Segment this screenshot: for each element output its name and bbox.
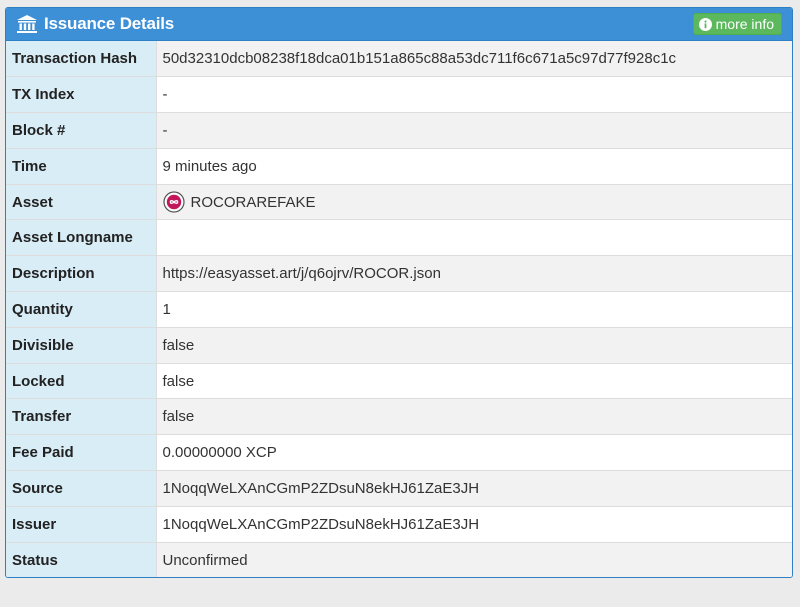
row-value-source: 1NoqqWeLXAnCGmP2ZDsuN8ekHJ61ZaE3JH — [156, 470, 792, 507]
details-table: Transaction Hash 50d32310dcb08238f18dca0… — [6, 41, 792, 577]
table-row: Asset ROCORAREFAKE — [6, 183, 792, 220]
table-row: TX Index - — [6, 76, 792, 113]
row-value-quantity: 1 — [156, 291, 792, 328]
more-info-button[interactable]: more info — [692, 13, 782, 35]
panel-heading: Issuance Details more info — [6, 8, 792, 41]
table-row: Fee Paid 0.00000000 XCP — [6, 434, 792, 471]
row-value-issuer: 1NoqqWeLXAnCGmP2ZDsuN8ekHJ61ZaE3JH — [156, 505, 792, 543]
row-label: Source — [6, 470, 157, 507]
row-label: Asset Longname — [6, 219, 157, 256]
row-value-tx-index: - — [156, 76, 792, 113]
issuance-details-panel: Issuance Details more info Transaction H… — [5, 7, 793, 578]
panel-title-wrap: Issuance Details — [16, 14, 174, 34]
row-label: Status — [6, 541, 157, 577]
asset-infinity-icon — [162, 191, 185, 213]
table-row: Locked false — [6, 362, 792, 399]
row-value-block: - — [156, 112, 792, 149]
row-value-asset-longname — [156, 219, 792, 256]
table-row: Status Unconfirmed — [6, 541, 792, 577]
table-row: Time 9 minutes ago — [6, 147, 792, 185]
table-row: Quantity 1 — [6, 291, 792, 328]
row-label: Transaction Hash — [6, 41, 157, 77]
page-title: Issuance Details — [44, 14, 175, 33]
table-row: Issuer 1NoqqWeLXAnCGmP2ZDsuN8ekHJ61ZaE3J… — [6, 505, 792, 543]
row-value-time: 9 minutes ago — [156, 147, 792, 185]
table-row: Source 1NoqqWeLXAnCGmP2ZDsuN8ekHJ61ZaE3J… — [6, 470, 792, 507]
bank-icon — [16, 14, 38, 34]
row-label: Time — [6, 147, 157, 185]
info-circle-icon — [698, 17, 712, 31]
row-value-locked: false — [156, 362, 792, 399]
row-value-status: Unconfirmed — [156, 541, 792, 577]
row-label: Block # — [6, 112, 157, 149]
row-label: Locked — [6, 362, 157, 399]
row-label: Description — [6, 255, 157, 292]
row-label: Transfer — [6, 398, 157, 435]
row-label: TX Index — [6, 76, 157, 113]
table-row: Block # - — [6, 112, 792, 149]
row-label: Divisible — [6, 326, 157, 364]
row-value-divisible: false — [156, 326, 792, 364]
table-row: Asset Longname — [6, 219, 792, 256]
row-label: Issuer — [6, 505, 157, 543]
row-value-description: https://easyasset.art/j/q6ojrv/ROCOR.jso… — [156, 255, 792, 292]
row-value-transaction-hash: 50d32310dcb08238f18dca01b151a865c88a53dc… — [156, 41, 792, 77]
table-row: Divisible false — [6, 326, 792, 364]
table-row: Transaction Hash 50d32310dcb08238f18dca0… — [6, 41, 792, 77]
row-value-transfer: false — [156, 398, 792, 435]
row-label: Asset — [6, 183, 157, 220]
table-row: Transfer false — [6, 398, 792, 435]
asset-name: ROCORAREFAKE — [190, 193, 316, 211]
asset-link[interactable]: ROCORAREFAKE — [162, 191, 787, 213]
row-label: Quantity — [6, 291, 157, 328]
row-label: Fee Paid — [6, 434, 157, 471]
row-value-fee-paid: 0.00000000 XCP — [156, 434, 792, 471]
more-info-label: more info — [715, 16, 774, 32]
table-row: Description https://easyasset.art/j/q6oj… — [6, 255, 792, 292]
row-value-asset: ROCORAREFAKE — [156, 183, 792, 220]
